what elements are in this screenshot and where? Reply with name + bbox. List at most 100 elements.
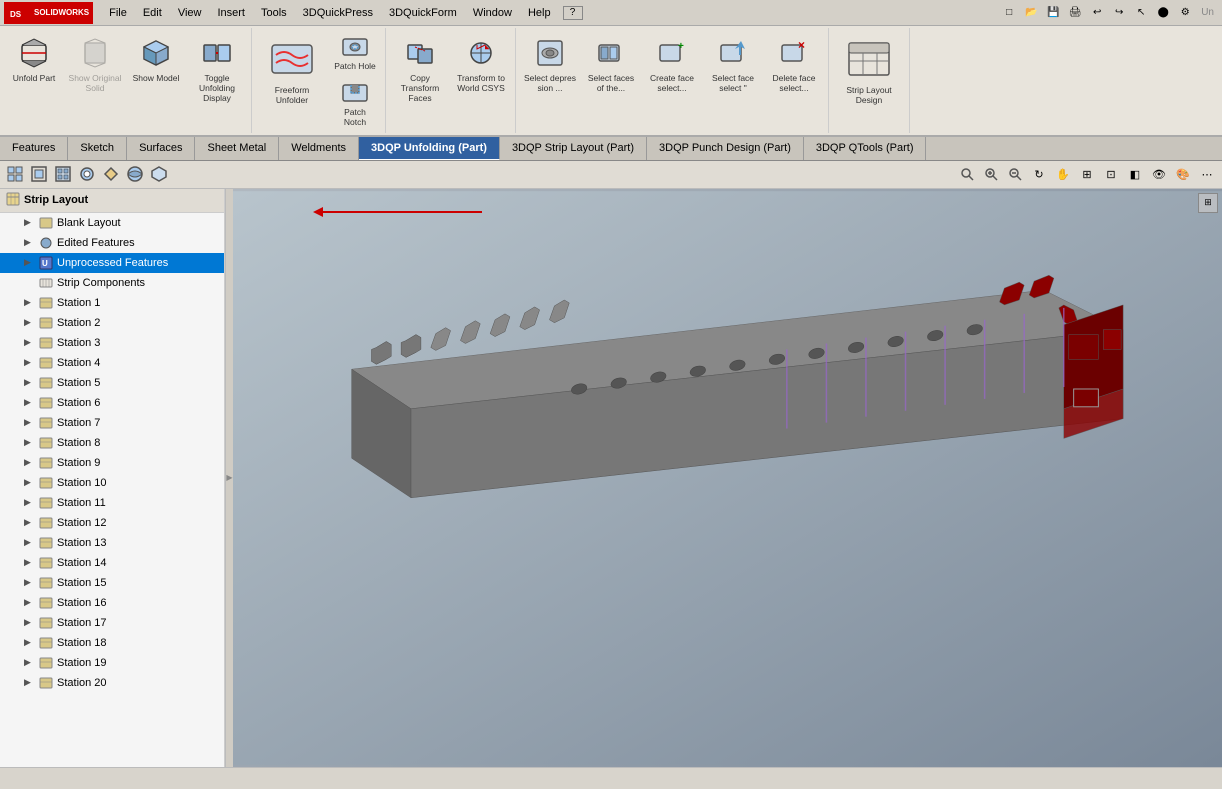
tree-item-strip-components[interactable]: Strip Components — [0, 273, 224, 293]
appearance-btn[interactable]: 🎨 — [1172, 163, 1194, 185]
tree-item-edited-features[interactable]: ▶ Edited Features — [0, 233, 224, 253]
tree-item-station-14[interactable]: ▶ Station 14 — [0, 553, 224, 573]
tab-sketch[interactable]: Sketch — [68, 137, 127, 160]
menu-tools[interactable]: Tools — [253, 5, 295, 21]
tree-item-station-19[interactable]: ▶ Station 19 — [0, 653, 224, 673]
transform-to-world-button[interactable]: Transform to World CSYS — [451, 30, 511, 110]
menu-view[interactable]: View — [170, 5, 210, 21]
tree-item-station-11[interactable]: ▶ Station 11 — [0, 493, 224, 513]
tab-3dqp-unfolding[interactable]: 3DQP Unfolding (Part) — [359, 137, 500, 160]
tab-weldments[interactable]: Weldments — [279, 137, 359, 160]
pan-btn[interactable]: ✋ — [1052, 163, 1074, 185]
sidebar-collapse-handle[interactable]: ▶ — [225, 189, 233, 767]
more-btn[interactable]: ⋯ — [1196, 163, 1218, 185]
delete-face-label: Delete face select... — [767, 73, 821, 93]
tree-item-station-10[interactable]: ▶ Station 10 — [0, 473, 224, 493]
tab-3dqp-punch-design[interactable]: 3DQP Punch Design (Part) — [647, 137, 804, 160]
iconbar-btn-7[interactable] — [148, 163, 170, 185]
tree-item-station-4[interactable]: ▶ Station 4 — [0, 353, 224, 373]
freeform-unfolder-button[interactable]: Freeform Unfolder — [256, 30, 328, 110]
tab-surfaces[interactable]: Surfaces — [127, 137, 195, 160]
delete-face-select-button[interactable]: × Delete face select... — [764, 30, 824, 110]
section-view-btn[interactable]: ⊡ — [1100, 163, 1122, 185]
3d-model-view — [233, 189, 1222, 767]
tab-3dqp-strip-layout[interactable]: 3DQP Strip Layout (Part) — [500, 137, 647, 160]
tree-item-station-5[interactable]: ▶ Station 5 — [0, 373, 224, 393]
viewport[interactable]: ⊞ — [233, 189, 1222, 767]
menu-help[interactable]: Help — [520, 5, 559, 21]
tree-item-station-1[interactable]: ▶ Station 1 — [0, 293, 224, 313]
tree-item-station-7[interactable]: ▶ Station 7 — [0, 413, 224, 433]
vp-zoom-fit[interactable]: ⊞ — [1198, 193, 1218, 213]
menu-insert[interactable]: Insert — [209, 5, 253, 21]
sidebar-header[interactable]: Strip Layout — [0, 189, 224, 213]
station-10-label: Station 10 — [57, 477, 107, 489]
hide-show-btn[interactable]: 👁 — [1148, 163, 1170, 185]
tree-item-station-17[interactable]: ▶ Station 17 — [0, 613, 224, 633]
new-btn[interactable]: □ — [999, 3, 1019, 23]
tab-sheet-metal[interactable]: Sheet Metal — [195, 137, 279, 160]
display-style-btn[interactable]: ◧ — [1124, 163, 1146, 185]
station-icon — [38, 455, 54, 471]
iconbar-btn-3[interactable] — [52, 163, 74, 185]
iconbar-btn-5[interactable] — [100, 163, 122, 185]
copy-transform-faces-button[interactable]: Copy Transform Faces — [390, 30, 450, 110]
select-depression-button[interactable]: Select depres sion ... — [520, 30, 580, 110]
expand-icon: ▶ — [24, 657, 36, 668]
tree-item-station-12[interactable]: ▶ Station 12 — [0, 513, 224, 533]
iconbar-btn-2[interactable] — [28, 163, 50, 185]
save-btn[interactable]: 💾 — [1043, 3, 1063, 23]
select-btn[interactable]: ↖ — [1131, 3, 1151, 23]
tree-item-station-6[interactable]: ▶ Station 6 — [0, 393, 224, 413]
options-btn[interactable]: ⚙ — [1175, 3, 1195, 23]
toggle-unfolding-display-button[interactable]: Toggle Unfolding Display — [187, 30, 247, 110]
tree-item-unprocessed-features[interactable]: ▶ U Unprocessed Features — [0, 253, 224, 273]
view-orientation-btn[interactable]: ⊞ — [1076, 163, 1098, 185]
tree-item-station-8[interactable]: ▶ Station 8 — [0, 433, 224, 453]
app-logo: DS SOLIDWORKS — [4, 2, 93, 24]
tab-features[interactable]: Features — [0, 137, 68, 160]
tree-item-blank-layout[interactable]: ▶ Blank Layout — [0, 213, 224, 233]
tree-item-station-13[interactable]: ▶ Station 13 — [0, 533, 224, 553]
iconbar-btn-6[interactable] — [124, 163, 146, 185]
open-btn[interactable]: 📂 — [1021, 3, 1041, 23]
menu-edit[interactable]: Edit — [135, 5, 170, 21]
menu-file[interactable]: File — [101, 5, 135, 21]
print-btn[interactable]: 🖨 — [1065, 3, 1085, 23]
app-name: SOLIDWORKS — [34, 8, 89, 17]
zoom-to-fit-btn[interactable] — [956, 163, 978, 185]
undo-btn[interactable]: ↩ — [1087, 3, 1107, 23]
tree-item-station-20[interactable]: ▶ Station 20 — [0, 673, 224, 693]
menu-3dquickpress[interactable]: 3DQuickPress — [295, 5, 381, 21]
iconbar-btn-4[interactable] — [76, 163, 98, 185]
tree-item-station-9[interactable]: ▶ Station 9 — [0, 453, 224, 473]
patch-notch-button[interactable]: Patch Notch — [329, 76, 381, 130]
unfold-part-button[interactable]: Unfold Part — [4, 30, 64, 110]
tree-item-station-2[interactable]: ▶ Station 2 — [0, 313, 224, 333]
expand-icon: ▶ — [24, 317, 36, 328]
tree-item-station-18[interactable]: ▶ Station 18 — [0, 633, 224, 653]
tab-3dqp-qtools[interactable]: 3DQP QTools (Part) — [804, 137, 927, 160]
tree-item-station-3[interactable]: ▶ Station 3 — [0, 333, 224, 353]
select-face-select-button[interactable]: Select face select " — [703, 30, 763, 110]
redo-btn[interactable]: ↪ — [1109, 3, 1129, 23]
zoom-in-btn[interactable] — [980, 163, 1002, 185]
menu-3dquickform[interactable]: 3DQuickForm — [381, 5, 465, 21]
search-icon[interactable]: ? — [563, 6, 583, 20]
strip-layout-design-button[interactable]: Strip Layout Design — [833, 30, 905, 110]
zoom-out-btn[interactable] — [1004, 163, 1026, 185]
menu-window[interactable]: Window — [465, 5, 520, 21]
tree-item-station-16[interactable]: ▶ Station 16 — [0, 593, 224, 613]
create-face-select-button[interactable]: + Create face select... — [642, 30, 702, 110]
zoom-btn[interactable]: ⬤ — [1153, 3, 1173, 23]
patch-hole-button[interactable]: Patch Hole — [329, 30, 381, 74]
station-8-label: Station 8 — [57, 437, 100, 449]
iconbar-btn-1[interactable] — [4, 163, 26, 185]
show-model-button[interactable]: Show Model — [126, 30, 186, 110]
ribbon-group-transform: Copy Transform Faces Transform to World … — [386, 28, 516, 133]
tree-item-station-15[interactable]: ▶ Station 15 — [0, 573, 224, 593]
arrow-line — [322, 211, 482, 213]
show-original-solid-button[interactable]: Show Original Solid — [65, 30, 125, 110]
select-faces-button[interactable]: Select faces of the... — [581, 30, 641, 110]
rotate-btn[interactable]: ↻ — [1028, 163, 1050, 185]
